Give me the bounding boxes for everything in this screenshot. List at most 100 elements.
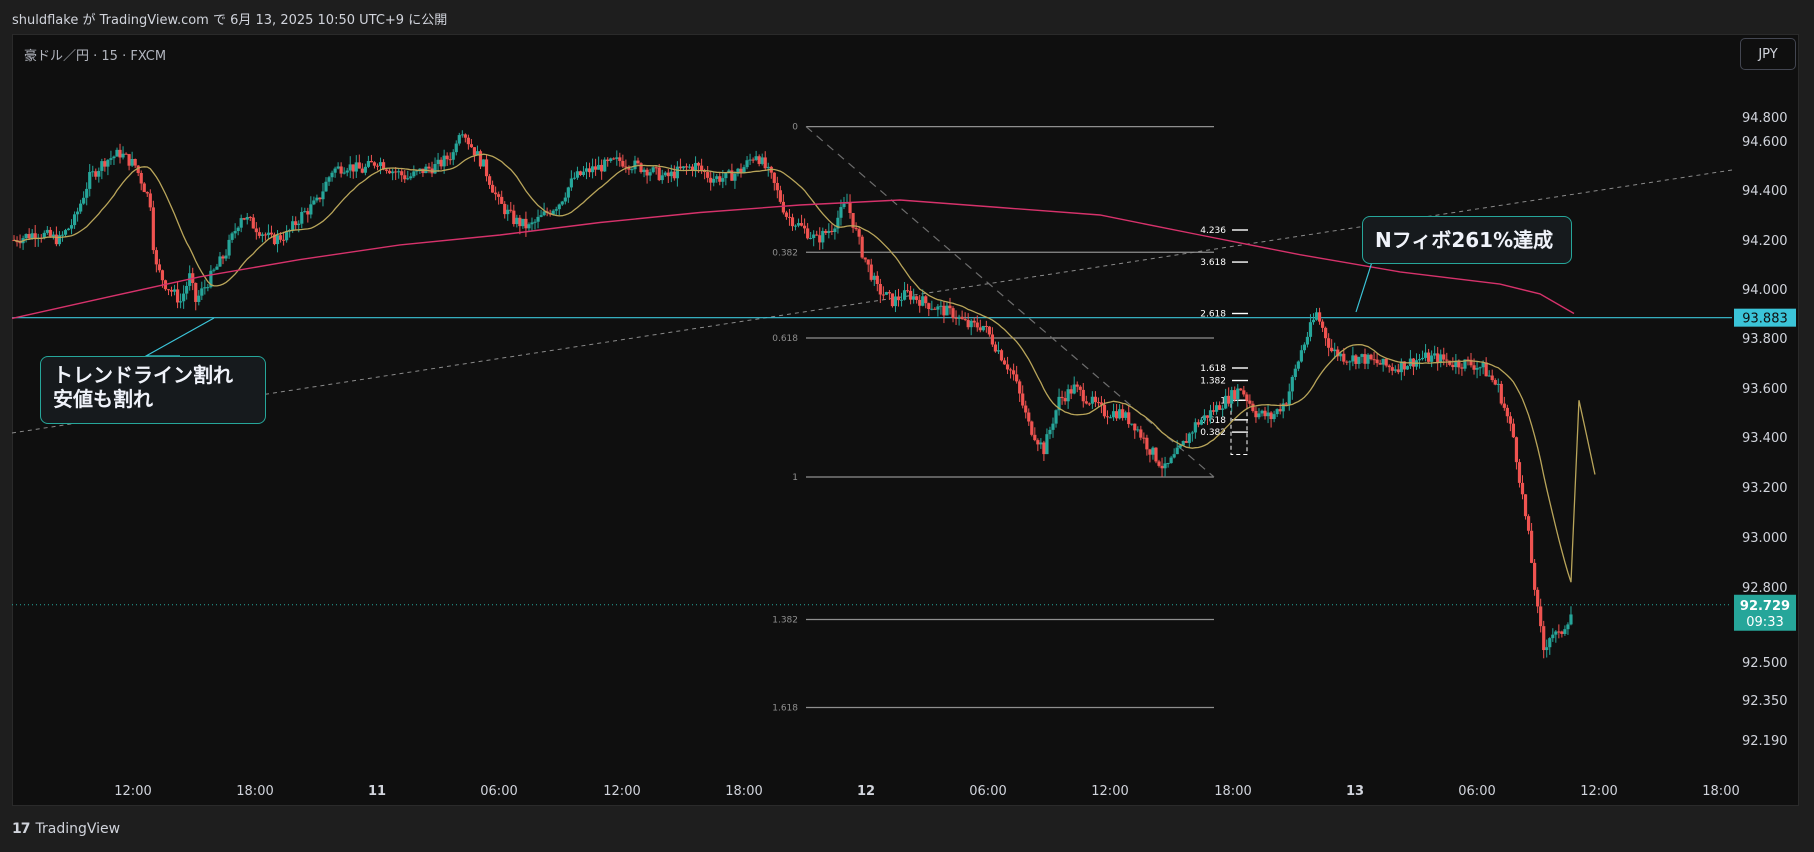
candle-body: [497, 194, 501, 197]
candle-body: [1490, 375, 1494, 381]
candle-body: [130, 158, 134, 166]
candle-body: [30, 233, 34, 239]
candle-body: [27, 234, 31, 239]
x-tick-label: 12: [857, 784, 875, 799]
candle-body: [1505, 407, 1509, 417]
candle-body: [593, 166, 598, 170]
candle-body: [533, 221, 537, 223]
candle-body: [1533, 562, 1537, 590]
candle-body: [285, 231, 289, 241]
candle-body: [69, 225, 74, 229]
candle-body: [85, 188, 89, 198]
candle-body: [939, 305, 943, 307]
candle-body: [512, 210, 516, 225]
candle-body: [169, 289, 174, 292]
candle-body: [996, 350, 1001, 352]
candle-body: [1427, 352, 1431, 362]
candle-body: [1275, 409, 1279, 415]
candle-body: [1221, 408, 1225, 410]
candle-body: [600, 164, 604, 172]
candle-body: [833, 228, 837, 233]
candle-body: [1345, 361, 1349, 363]
candle-body: [890, 293, 895, 307]
candle-body: [872, 275, 876, 280]
candle-body: [472, 147, 477, 156]
candle-body: [615, 157, 619, 159]
candle-body: [294, 221, 298, 226]
candle-body: [97, 170, 101, 177]
candle-body: [1284, 403, 1288, 405]
candle-body: [139, 172, 143, 184]
candle-body: [1060, 396, 1064, 399]
candle-body: [503, 203, 507, 215]
price-chart[interactable]: 0 0.382 0.618 1 1.382 1.618 4.236 3.618 2.618 1.6…: [0, 0, 1814, 852]
candle-body: [1217, 405, 1222, 410]
candle-body: [1063, 398, 1067, 402]
candle-body: [978, 327, 982, 331]
candle-body: [1115, 411, 1119, 419]
candle-body: [724, 172, 728, 179]
candle-body: [1348, 361, 1352, 363]
candle-body: [518, 217, 522, 227]
symbol-label[interactable]: 豪ドル／円 · 15 · FXCM: [24, 45, 166, 64]
candle-body: [869, 264, 873, 280]
candle-body: [48, 229, 52, 237]
candle-body: [1260, 410, 1264, 414]
candle-body: [948, 305, 952, 309]
candle-body: [1472, 365, 1476, 370]
candle-body: [775, 182, 779, 191]
candle-body: [1290, 376, 1294, 392]
candle-body: [1566, 624, 1570, 630]
candle-body: [1245, 394, 1249, 401]
candle-body: [82, 197, 86, 204]
x-tick-label: 18:00: [1702, 784, 1739, 799]
candle-body: [236, 227, 240, 232]
candle-body: [515, 217, 519, 225]
candle-body: [388, 170, 392, 174]
candle-body: [1090, 396, 1094, 404]
candle-body: [960, 316, 964, 319]
candle-body: [1127, 412, 1131, 425]
currency-button[interactable]: JPY: [1740, 38, 1796, 70]
candle-body: [1202, 415, 1207, 420]
candle-body: [1296, 361, 1300, 369]
candle-body: [1442, 354, 1446, 360]
candle-body: [172, 289, 177, 292]
candle-body: [648, 172, 652, 176]
candle-body: [1251, 403, 1255, 411]
candle-body: [1051, 423, 1055, 430]
fib-ext-label: 1.382: [1200, 377, 1226, 387]
candle-body: [1269, 412, 1273, 420]
candle-body: [1299, 350, 1303, 362]
candle-body: [1278, 409, 1282, 412]
candle-body: [712, 178, 716, 183]
candle-body: [654, 167, 658, 169]
candle-body: [1021, 393, 1025, 406]
candle-body: [612, 158, 616, 160]
candle-body: [1172, 454, 1176, 458]
candle-body: [1548, 638, 1552, 648]
candle-body: [863, 257, 867, 260]
candle-body: [1157, 461, 1161, 466]
candle-body: [721, 178, 725, 182]
candle-body: [1487, 375, 1491, 377]
tradingview-logo[interactable]: 17 TradingView: [12, 821, 120, 837]
candle-body: [1475, 367, 1479, 370]
candle-body: [94, 171, 98, 177]
candle-body: [1224, 395, 1228, 409]
candle-body: [1184, 441, 1188, 443]
annotation-trendline-break[interactable]: トレンドライン割れ 安値も割れ: [40, 356, 266, 424]
candle-body: [451, 152, 455, 160]
candle-body: [76, 211, 80, 215]
candle-body: [79, 203, 83, 212]
candle-body: [1130, 423, 1134, 425]
fib-ext-box: [1230, 399, 1248, 455]
x-tick-label: 06:00: [480, 784, 517, 799]
candle-body: [1111, 411, 1116, 418]
x-tick-label: 12:00: [114, 784, 151, 799]
candle-body: [127, 154, 131, 166]
candle-body: [784, 212, 789, 217]
candle-body: [363, 166, 367, 173]
annotation-n-fibo[interactable]: Nフィボ261%達成: [1362, 216, 1572, 264]
candle-body: [357, 162, 361, 169]
